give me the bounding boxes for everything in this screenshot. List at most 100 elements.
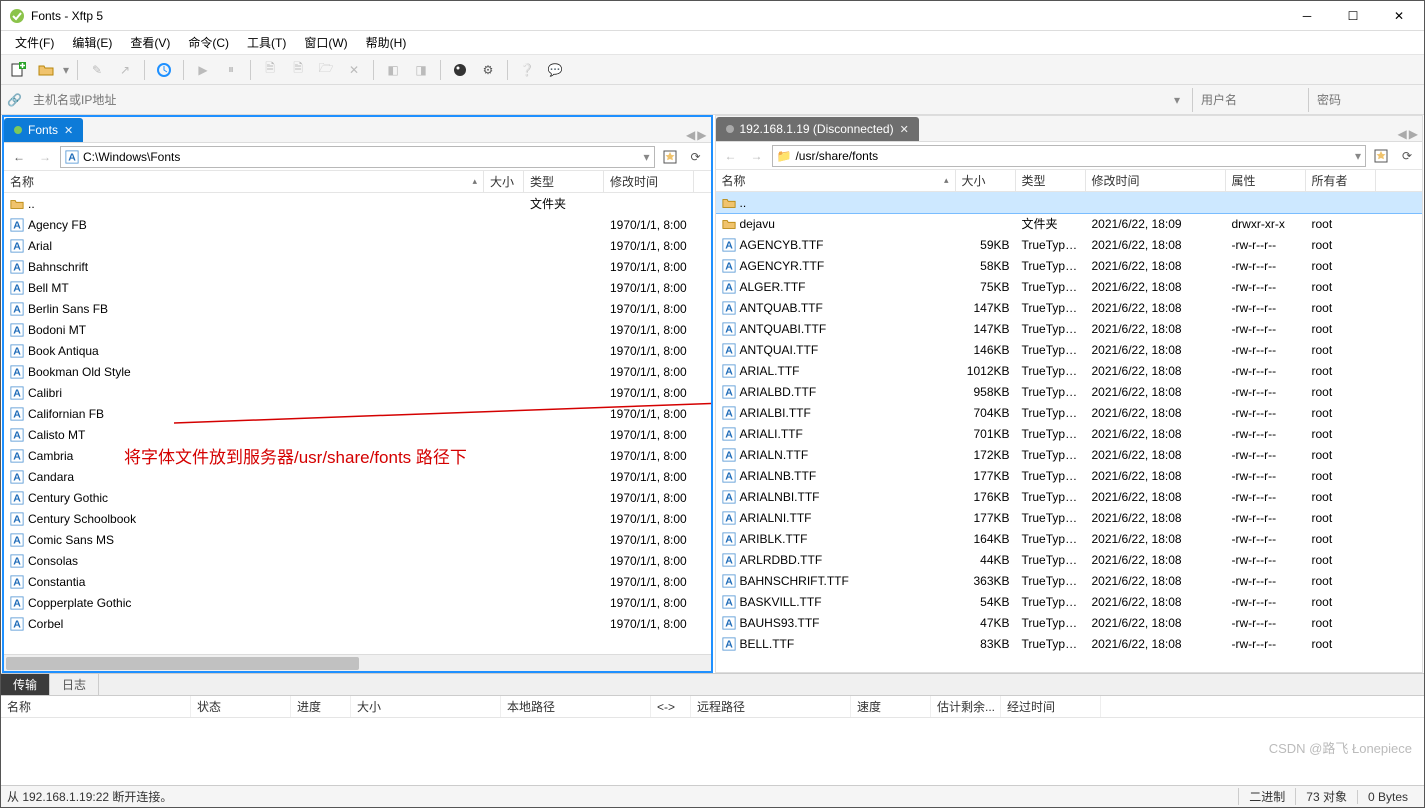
settings-button[interactable]: ⚙ [477, 59, 499, 81]
list-item[interactable]: AARIALN.TTF172KBTrueType...2021/6/22, 18… [716, 444, 1423, 465]
close-icon[interactable]: ✕ [900, 123, 909, 136]
list-item[interactable]: AARIAL.TTF1012KBTrueType...2021/6/22, 18… [716, 360, 1423, 381]
list-item[interactable]: AComic Sans MS1970/1/1, 8:00 [4, 529, 711, 550]
menu-item[interactable]: 文件(F) [7, 32, 62, 53]
list-item[interactable]: AANTQUABI.TTF147KBTrueType...2021/6/22, … [716, 318, 1423, 339]
menu-item[interactable]: 查看(V) [122, 32, 178, 53]
list-item[interactable]: ABookman Old Style1970/1/1, 8:00 [4, 361, 711, 382]
host-input[interactable] [29, 88, 1168, 112]
column-header[interactable]: 经过时间 [1001, 696, 1101, 717]
list-item[interactable]: ABell MT1970/1/1, 8:00 [4, 277, 711, 298]
list-item[interactable]: ABook Antiqua1970/1/1, 8:00 [4, 340, 711, 361]
back-button[interactable]: ← [720, 145, 742, 167]
back-button[interactable]: ← [8, 146, 30, 168]
forward-button[interactable]: → [34, 146, 56, 168]
column-header[interactable]: 大小 [484, 171, 524, 192]
list-item[interactable]: ABASKVILL.TTF54KBTrueType...2021/6/22, 1… [716, 591, 1423, 612]
tab-next-icon[interactable]: ▶ [697, 128, 706, 142]
list-item[interactable]: ABAHNSCHRIFT.TTF363KBTrueType...2021/6/2… [716, 570, 1423, 591]
open-button[interactable] [35, 59, 57, 81]
list-item[interactable]: AARIALNB.TTF177KBTrueType...2021/6/22, 1… [716, 465, 1423, 486]
dropdown-icon[interactable]: ▾ [1174, 93, 1186, 107]
bookmark-button[interactable] [659, 146, 681, 168]
bookmark-button[interactable] [1370, 145, 1392, 167]
column-header[interactable]: 状态 [191, 696, 291, 717]
list-item[interactable]: AAgency FB1970/1/1, 8:00 [4, 214, 711, 235]
tab-fonts[interactable]: Fonts ✕ [4, 118, 83, 142]
local-path-box[interactable]: A ▾ [60, 146, 655, 168]
list-item[interactable]: AAGENCYR.TTF58KBTrueType...2021/6/22, 18… [716, 255, 1423, 276]
reconnect-button[interactable] [153, 59, 175, 81]
list-item[interactable]: AARIALNBI.TTF176KBTrueType...2021/6/22, … [716, 486, 1423, 507]
feedback-button[interactable]: 💬 [544, 59, 566, 81]
list-item[interactable]: ACopperplate Gothic1970/1/1, 8:00 [4, 592, 711, 613]
list-item[interactable]: AARIALBI.TTF704KBTrueType...2021/6/22, 1… [716, 402, 1423, 423]
column-header[interactable]: 修改时间 [1086, 170, 1226, 191]
list-item[interactable]: AConstantia1970/1/1, 8:00 [4, 571, 711, 592]
column-header[interactable]: 大小 [956, 170, 1016, 191]
list-item[interactable]: ACandara1970/1/1, 8:00 [4, 466, 711, 487]
list-item[interactable]: dejavu文件夹2021/6/22, 18:09drwxr-xr-xroot [716, 213, 1423, 234]
list-item[interactable]: AARLRDBD.TTF44KBTrueType...2021/6/22, 18… [716, 549, 1423, 570]
menu-item[interactable]: 工具(T) [239, 32, 294, 53]
list-item[interactable]: AARIALBD.TTF958KBTrueType...2021/6/22, 1… [716, 381, 1423, 402]
close-button[interactable]: ✕ [1376, 1, 1422, 31]
list-item[interactable]: ABerlin Sans FB1970/1/1, 8:00 [4, 298, 711, 319]
local-path-input[interactable] [83, 150, 639, 164]
list-item[interactable]: ABahnschrift1970/1/1, 8:00 [4, 256, 711, 277]
forward-button[interactable]: → [746, 145, 768, 167]
list-item[interactable]: AANTQUAB.TTF147KBTrueType...2021/6/22, 1… [716, 297, 1423, 318]
list-item[interactable]: ACalifornian FB1970/1/1, 8:00 [4, 403, 711, 424]
password-input[interactable] [1308, 88, 1418, 112]
column-header[interactable]: 所有者 [1306, 170, 1376, 191]
remote-header[interactable]: 名称▴大小类型修改时间属性所有者 [716, 170, 1423, 192]
column-header[interactable]: 修改时间 [604, 171, 694, 192]
column-header[interactable]: 本地路径 [501, 696, 651, 717]
list-item[interactable]: ACambria1970/1/1, 8:00 [4, 445, 711, 466]
tab-remote[interactable]: 192.168.1.19 (Disconnected) ✕ [716, 117, 919, 141]
refresh-button[interactable]: ⟳ [1396, 145, 1418, 167]
list-item[interactable]: AConsolas1970/1/1, 8:00 [4, 550, 711, 571]
transfer-header[interactable]: 名称状态进度大小本地路径<->远程路径速度估计剩余...经过时间 [1, 696, 1424, 718]
column-header[interactable]: 类型 [1016, 170, 1086, 191]
list-item[interactable]: ACorbel1970/1/1, 8:00 [4, 613, 711, 634]
list-item[interactable]: AARIALNI.TTF177KBTrueType...2021/6/22, 1… [716, 507, 1423, 528]
h-scrollbar[interactable] [4, 654, 711, 671]
column-header[interactable]: 大小 [351, 696, 501, 717]
column-header[interactable]: 速度 [851, 696, 931, 717]
menu-item[interactable]: 编辑(E) [64, 32, 120, 53]
column-header[interactable]: 远程路径 [691, 696, 851, 717]
tab-prev-icon[interactable]: ◀ [1398, 127, 1407, 141]
column-header[interactable]: <-> [651, 696, 691, 717]
menu-item[interactable]: 帮助(H) [358, 32, 415, 53]
column-header[interactable]: 名称▴ [716, 170, 956, 191]
list-item[interactable]: AARIBLK.TTF164KBTrueType...2021/6/22, 18… [716, 528, 1423, 549]
refresh-button[interactable]: ⟳ [685, 146, 707, 168]
list-item[interactable]: ABAUHS93.TTF47KBTrueType...2021/6/22, 18… [716, 612, 1423, 633]
help-button[interactable]: ❔ [516, 59, 538, 81]
tool-icon[interactable] [449, 59, 471, 81]
username-input[interactable] [1192, 88, 1302, 112]
tab-next-icon[interactable]: ▶ [1409, 127, 1418, 141]
list-item[interactable]: .. [716, 192, 1423, 213]
remote-file-list[interactable]: ..dejavu文件夹2021/6/22, 18:09drwxr-xr-xroo… [716, 192, 1423, 672]
remote-path-input[interactable] [795, 149, 1351, 163]
list-item[interactable]: AARIALI.TTF701KBTrueType...2021/6/22, 18… [716, 423, 1423, 444]
bottom-tab[interactable]: 传输 [1, 674, 50, 695]
remote-path-box[interactable]: 📁 ▾ [772, 145, 1367, 167]
column-header[interactable]: 估计剩余... [931, 696, 1001, 717]
column-header[interactable]: 名称▴ [4, 171, 484, 192]
list-item[interactable]: AANTQUAI.TTF146KBTrueType...2021/6/22, 1… [716, 339, 1423, 360]
tab-prev-icon[interactable]: ◀ [686, 128, 695, 142]
column-header[interactable]: 名称 [1, 696, 191, 717]
list-item[interactable]: ABodoni MT1970/1/1, 8:00 [4, 319, 711, 340]
list-item[interactable]: ACentury Schoolbook1970/1/1, 8:00 [4, 508, 711, 529]
menu-item[interactable]: 窗口(W) [296, 32, 355, 53]
local-header[interactable]: 名称▴大小类型修改时间 [4, 171, 711, 193]
list-item[interactable]: ACalibri1970/1/1, 8:00 [4, 382, 711, 403]
column-header[interactable]: 进度 [291, 696, 351, 717]
minimize-button[interactable]: ─ [1284, 1, 1330, 31]
list-item[interactable]: AALGER.TTF75KBTrueType...2021/6/22, 18:0… [716, 276, 1423, 297]
list-item[interactable]: ..文件夹 [4, 193, 711, 214]
new-button[interactable] [7, 59, 29, 81]
